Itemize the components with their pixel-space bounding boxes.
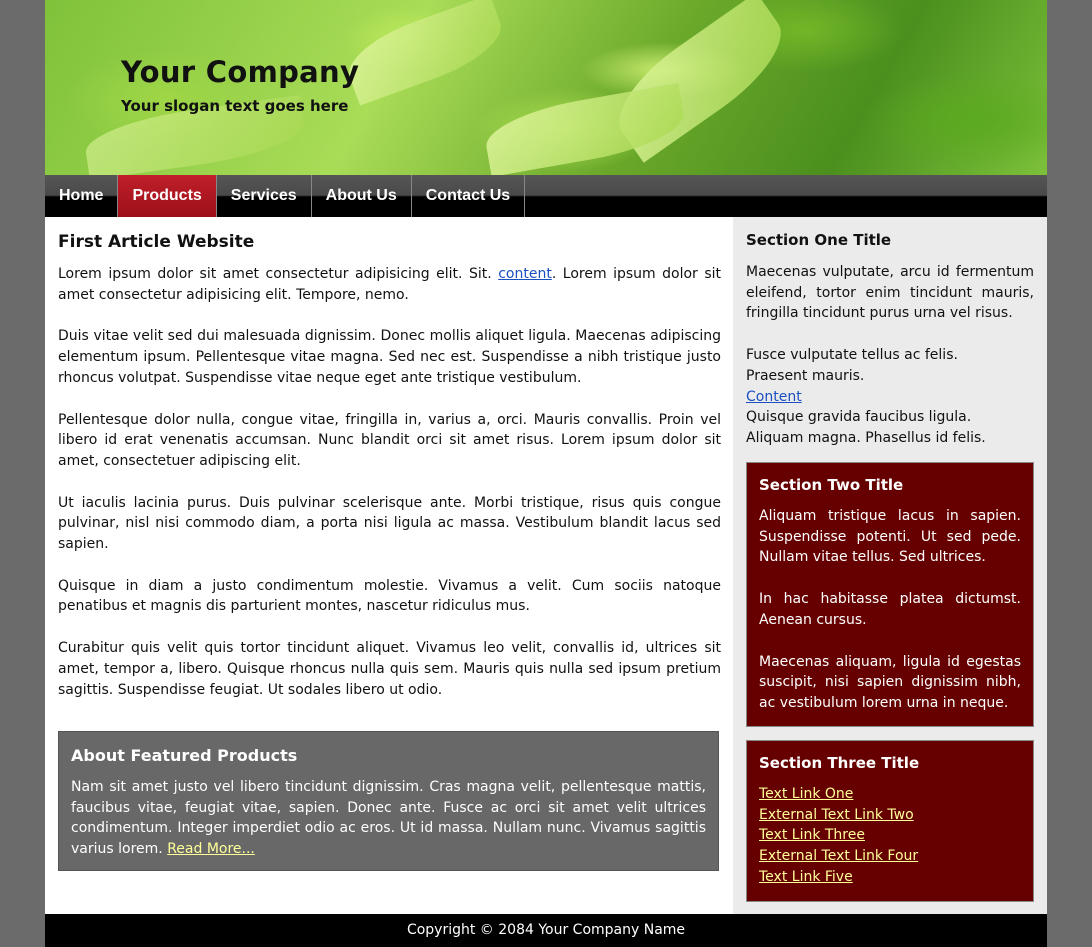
copyright-text: Copyright © 2084 Your Company Name [406,922,686,938]
nav-item-products[interactable]: Products [118,175,217,217]
text-link-three[interactable]: Text Link Three [759,825,1021,846]
article-paragraph: Quisque in diam a justo condimentum mole… [58,577,721,615]
leaf-graphic [339,0,511,106]
featured-text: Nam sit amet justo vel libero tincidunt … [71,777,706,860]
section-one-content-link[interactable]: Content [746,389,802,405]
nav-item-contact-us[interactable]: Contact Us [412,175,526,217]
main-nav: Home Products Services About Us Contact … [45,175,1047,217]
paragraph-text: Lorem ipsum dolor sit amet consectetur a… [58,266,499,282]
section-three-title: Section Three Title [759,754,920,772]
featured-products-box: About Featured Products Nam sit amet jus… [58,731,719,871]
sidebar: Section One Title Maecenas vulputate, ar… [733,217,1047,914]
section-one-text: Maecenas vulputate, arcu id fermentum el… [746,264,1034,322]
section-two-title: Section Two Title [759,476,904,494]
article-title: First Article Website [58,232,255,252]
section-two-paragraph: Aliquam tristique lacus in sapien. Suspe… [759,508,1021,566]
article-paragraph: Lorem ipsum dolor sit amet consectetur a… [58,264,721,305]
external-text-link-two[interactable]: External Text Link Two [759,805,1021,826]
article-paragraph: Curabitur quis velit quis tortor tincidu… [58,640,721,698]
nav-item-services[interactable]: Services [217,175,312,217]
page-wrapper: Your Company Your slogan text goes here … [45,0,1047,947]
article-paragraph: Ut iaculis lacinia purus. Duis pulvinar … [58,494,721,553]
main-content: First Article Website Lorem ipsum dolor … [58,222,721,721]
company-slogan: Your slogan text goes here [121,97,349,115]
section-one: Section One Title Maecenas vulputate, ar… [746,231,1034,449]
leaf-graphic [481,83,689,175]
header-banner: Your Company Your slogan text goes here [45,0,1047,175]
section-one-title: Section One Title [746,231,892,249]
nav-item-about-us[interactable]: About Us [312,175,412,217]
section-two-paragraph: In hac habitasse platea dictumst. Aenean… [759,591,1021,628]
nav-item-home[interactable]: Home [45,175,119,217]
section-one-line: Quisque gravida faucibus ligula. [746,409,972,426]
text-link-one[interactable]: Text Link One [759,784,1021,805]
read-more-link[interactable]: Read More... [167,841,255,857]
article-paragraph: Pellentesque dolor nulla, congue vitae, … [58,411,721,469]
section-two-paragraph: Maecenas aliquam, ligula id egestas susc… [759,653,1021,711]
company-name: Your Company [121,55,360,89]
section-one-line: Praesent mauris. [746,367,865,384]
text-link-five[interactable]: Text Link Five [759,867,1021,888]
footer: Copyright © 2084 Your Company Name [45,914,1047,947]
section-one-line: Fusce vulputate tellus ac felis. [746,347,958,364]
article-paragraph: Duis vitae velit sed dui malesuada digni… [58,328,721,386]
section-one-line: Aliquam magna. Phasellus id felis. [746,429,986,446]
external-text-link-four[interactable]: External Text Link Four [759,846,1021,867]
section-one-link-row: Content [746,387,1034,408]
featured-title: About Featured Products [71,746,298,765]
section-two: Section Two Title Aliquam tristique lacu… [746,462,1034,727]
content-link[interactable]: content [498,266,552,282]
section-three: Section Three Title Text Link One Extern… [746,740,1034,902]
